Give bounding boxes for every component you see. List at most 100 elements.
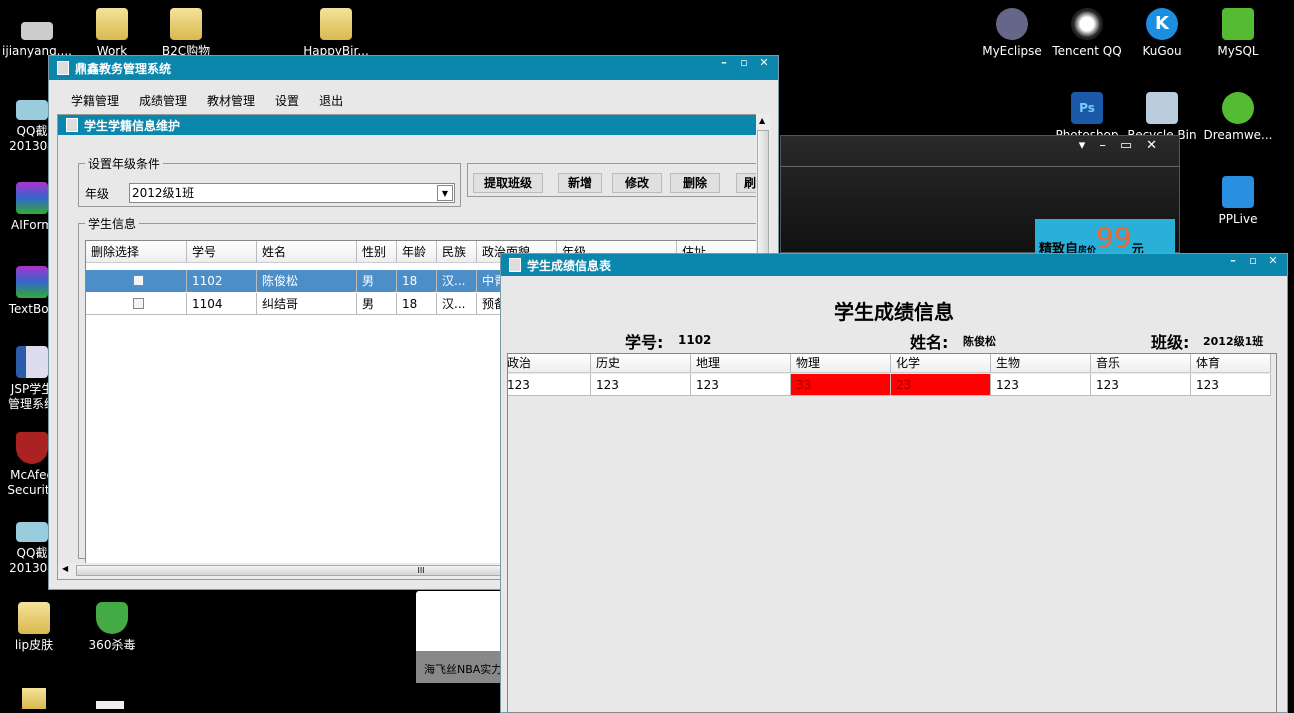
close-button[interactable]: ✕ [1263, 254, 1283, 267]
table-cell: 男 [357, 293, 397, 315]
ad-banner[interactable]: 精致自房价99元 [1035, 219, 1175, 257]
desktop-icon[interactable]: Dreamwe... [1198, 92, 1278, 143]
refresh-button[interactable]: 刷新 [736, 173, 757, 193]
column-header[interactable]: 民族 [437, 241, 477, 263]
maximize-button[interactable]: ▫ [734, 56, 754, 69]
minimize-button[interactable]: – [714, 56, 734, 69]
taskbar-thumbnail[interactable]: 海飞丝NBA实力 [416, 591, 506, 683]
column-header[interactable]: 体育 [1191, 354, 1271, 373]
desktop-icon[interactable]: 360杀毒 [72, 602, 152, 653]
table-cell: 123 [1191, 374, 1271, 396]
app-icon [57, 61, 69, 75]
menu-bar: 学籍管理 成绩管理 教材管理 设置 退出 [71, 92, 363, 109]
window-controls: ▾–▭✕ [1078, 138, 1171, 153]
table-cell: 123 [1091, 374, 1191, 396]
table-cell: 123 [508, 374, 591, 396]
table-header[interactable]: 政治 历史 地理 物理 化学 生物 音乐 体育 [508, 354, 1276, 376]
table-cell: 陈俊松 [257, 270, 357, 292]
scroll-left-arrow[interactable]: ◀ [62, 564, 68, 573]
app-icon [66, 118, 78, 132]
desktop-icon[interactable]: B2C购物 [146, 8, 226, 59]
menu-settings[interactable]: 设置 [275, 94, 299, 108]
class-label: 班级: [1151, 333, 1190, 352]
table-cell: 123 [591, 374, 691, 396]
column-header[interactable]: 年龄 [397, 241, 437, 263]
inner-title-bar: 学生学籍信息维护 [58, 115, 756, 135]
column-header[interactable]: 姓名 [257, 241, 357, 263]
desktop-icon[interactable]: HappyBir... [296, 8, 376, 59]
desktop-icon[interactable]: ijianyang.... [0, 14, 77, 59]
delete-button[interactable]: 删除 [670, 173, 720, 193]
desktop-icon[interactable]: K KuGou [1122, 8, 1202, 59]
image-icon [16, 100, 48, 120]
mcafee-icon [16, 432, 48, 464]
column-header[interactable]: 音乐 [1091, 354, 1191, 373]
archive-icon [16, 266, 48, 298]
column-header[interactable]: 物理 [791, 354, 891, 373]
column-header[interactable]: 性别 [357, 241, 397, 263]
scroll-up-arrow[interactable]: ▲ [759, 116, 765, 125]
word-doc-icon [16, 346, 48, 378]
archive-icon [16, 182, 48, 214]
folder-icon [170, 8, 202, 40]
menu-chengji[interactable]: 成绩管理 [139, 94, 187, 108]
desktop-icon[interactable]: PPLive [1198, 176, 1278, 227]
table-cell: 18 [397, 270, 437, 292]
close-button[interactable]: ✕ [754, 56, 774, 69]
background-window[interactable]: ▾–▭✕ 精致自房价99元 [780, 135, 1180, 257]
score-heading: 学生成绩信息 [834, 300, 954, 324]
qq-icon [1071, 8, 1103, 40]
action-button-group: 提取班级 新增 修改 删除 刷新 [467, 163, 758, 197]
menu-jiaocai[interactable]: 教材管理 [207, 94, 255, 108]
minimize-button[interactable]: – [1223, 254, 1243, 267]
grade-select[interactable]: 2012级1班 ▼ [129, 183, 455, 203]
fetch-class-button[interactable]: 提取班级 [473, 173, 543, 193]
name-value: 陈俊松 [963, 335, 996, 348]
folder-icon [18, 602, 50, 634]
table-cell: 汉... [437, 270, 477, 292]
file-icon[interactable] [96, 701, 124, 709]
delete-checkbox[interactable] [133, 275, 144, 286]
column-header[interactable]: 学号 [187, 241, 257, 263]
folder-icon [320, 8, 352, 40]
add-button[interactable]: 新增 [558, 173, 602, 193]
table-cell: 汉... [437, 293, 477, 315]
mysql-icon [1222, 8, 1254, 40]
score-table: 政治 历史 地理 物理 化学 生物 音乐 体育 123 123 123 33 23 123 123 123 [507, 353, 1277, 713]
window-title: 鼎鑫教务管理系统 [75, 61, 172, 76]
column-header[interactable]: 删除选择 [86, 241, 187, 263]
column-header[interactable]: 地理 [691, 354, 791, 373]
pplive-icon [1222, 176, 1254, 208]
edit-button[interactable]: 修改 [612, 173, 662, 193]
desktop-icon[interactable]: Tencent QQ [1047, 8, 1127, 59]
desktop-icon[interactable]: MySQL [1198, 8, 1278, 59]
desktop-icon[interactable]: lip皮肤 [0, 602, 74, 653]
folder-icon[interactable] [22, 688, 46, 709]
desktop-icon[interactable]: MyEclipse [972, 8, 1052, 59]
table-cell [86, 270, 187, 292]
table-cell: 纠结哥 [257, 293, 357, 315]
table-cell: 123 [691, 374, 791, 396]
column-header[interactable]: 历史 [591, 354, 691, 373]
desktop-icon[interactable]: Work [72, 8, 152, 59]
shield-icon [96, 602, 128, 634]
image-icon [16, 522, 48, 542]
title-bar[interactable]: 鼎鑫教务管理系统 – ▫ ✕ [49, 56, 778, 80]
table-cell: 1104 [187, 293, 257, 315]
recycle-bin-icon [1146, 92, 1178, 124]
column-header[interactable]: 政治 [508, 354, 591, 373]
maximize-button[interactable]: ▫ [1243, 254, 1263, 267]
delete-checkbox[interactable] [133, 298, 144, 309]
menu-exit[interactable]: 退出 [319, 94, 343, 108]
grade-label: 年级 [85, 187, 110, 201]
table-row[interactable]: 123 123 123 33 23 123 123 123 [508, 374, 1276, 396]
column-header[interactable]: 化学 [891, 354, 991, 373]
column-header[interactable]: 生物 [991, 354, 1091, 373]
chevron-down-icon[interactable]: ▼ [437, 185, 453, 201]
table-cell: 1102 [187, 270, 257, 292]
title-bar[interactable]: 学生成绩信息表 – ▫ ✕ [501, 254, 1287, 276]
menu-xueji[interactable]: 学籍管理 [71, 94, 119, 108]
score-window[interactable]: 学生成绩信息表 – ▫ ✕ 学生成绩信息 学号: 1102 姓名: 陈俊松 班级… [500, 253, 1288, 713]
app-icon [509, 258, 521, 272]
class-value: 2012级1班 [1203, 335, 1264, 348]
